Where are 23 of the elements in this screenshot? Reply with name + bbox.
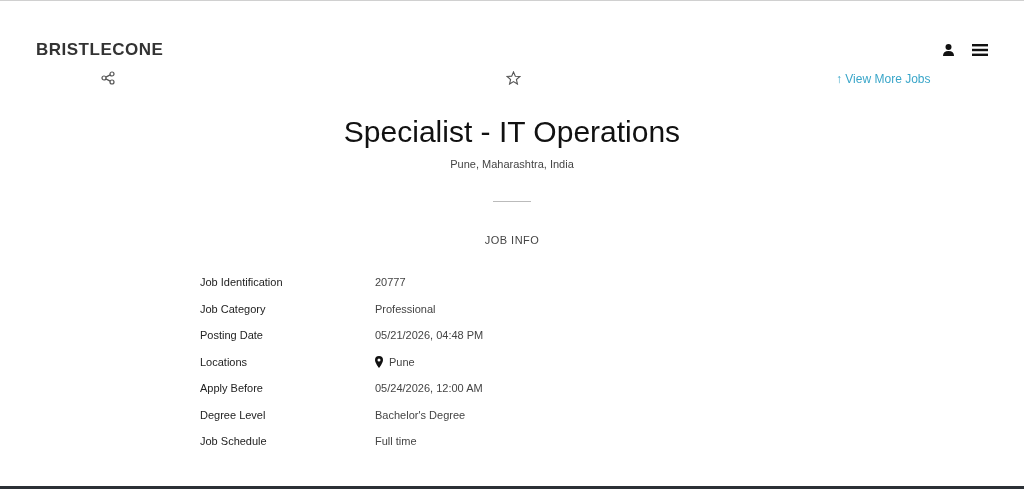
field-value: 20777 [375,275,406,290]
field-value: Full time [375,434,417,449]
field-value: 05/24/2026, 12:00 AM [375,381,483,396]
field-value: Bachelor's Degree [375,407,466,423]
job-location: Pune, Maharashtra, India [449,157,575,172]
user-icon[interactable] [943,44,954,56]
menu-icon[interactable] [972,44,988,56]
map-pin-icon [375,355,383,368]
section-heading: JOB INFO [483,232,541,248]
field-label: Locations [200,354,249,370]
star-icon[interactable] [506,71,521,85]
job-title: Specialist - IT Operations [342,114,682,150]
field-label: Job Schedule [200,434,268,449]
logo[interactable]: BRISTLECONE [36,37,164,63]
field-label: Job Identification [200,275,284,290]
field-label: Job Category [200,301,267,317]
field-value: Professional [375,301,436,317]
field-label: Posting Date [200,328,264,343]
field-value: Pune [389,354,415,370]
field-label: Apply Before [200,381,264,396]
field-label: Degree Level [200,407,267,423]
share-icon[interactable] [101,71,115,85]
field-value: 05/21/2026, 04:48 PM [375,328,484,343]
